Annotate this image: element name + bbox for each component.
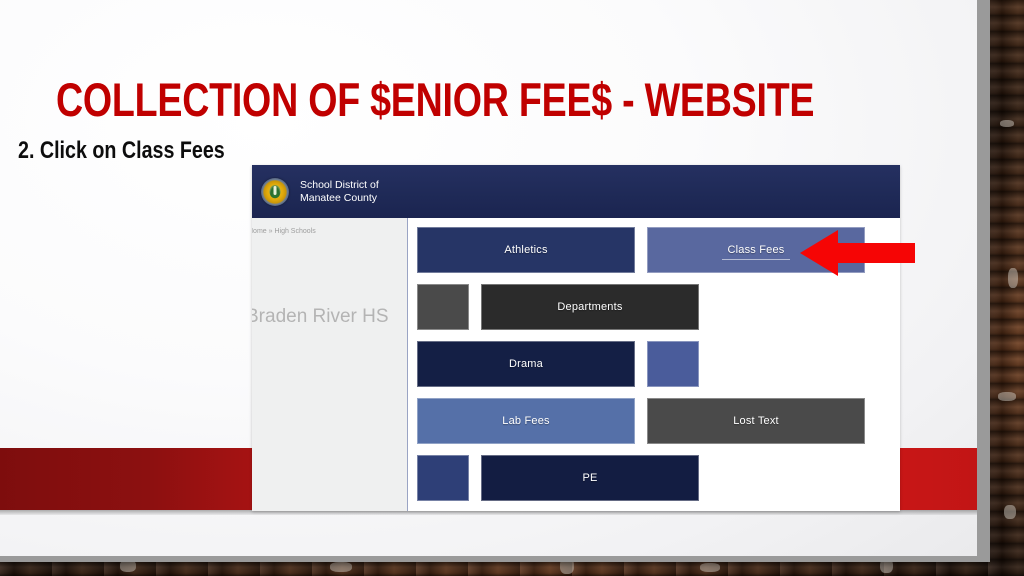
slide-frame: COLLECTION OF $ENIOR FEE$ - WEBSITE 2. C…: [0, 0, 990, 562]
brick-texture-speck: [330, 562, 352, 572]
nav-tile-label: Athletics: [504, 244, 548, 256]
breadcrumb[interactable]: Home » High Schools: [252, 228, 316, 235]
school-name-heading: Braden River HS: [252, 306, 389, 327]
nav-tile-class-fees[interactable]: Class Fees: [647, 227, 865, 273]
manatee-county-school-seal-icon: [261, 177, 289, 206]
presentation-slide: COLLECTION OF $ENIOR FEE$ - WEBSITE 2. C…: [0, 0, 977, 556]
site-header-line2: Manatee County: [300, 191, 378, 204]
nav-tile-label: PE: [582, 472, 598, 484]
slide-step-instruction: 2. Click on Class Fees: [18, 137, 225, 164]
page-title: COLLECTION OF $ENIOR FEE$ - WEBSITE: [56, 73, 815, 126]
nav-tile-label: Drama: [508, 358, 543, 370]
site-sidebar: Home » High Schools Braden River HS: [252, 218, 408, 511]
nav-tile-pe[interactable]: PE: [481, 455, 699, 501]
nav-tile-athletics[interactable]: Athletics: [417, 227, 635, 273]
site-header-bar: School District of Manatee County: [252, 165, 900, 218]
site-body: Home » High Schools Braden River HS Athl…: [252, 218, 900, 511]
nav-tile-lab-fees[interactable]: Lab Fees: [417, 398, 635, 444]
brick-texture-speck: [998, 392, 1016, 401]
nav-tile-lost-text[interactable]: Lost Text: [647, 398, 865, 444]
nav-tile-label: Lab Fees: [502, 415, 550, 427]
nav-tile-label: Lost Text: [733, 415, 779, 427]
brick-texture-speck: [1004, 505, 1016, 519]
brick-texture-speck: [1008, 268, 1018, 288]
nav-tile-partial[interactable]: [417, 284, 469, 330]
embedded-website-screenshot: School District of Manatee County Home »…: [252, 165, 900, 511]
nav-tile-label: Departments: [557, 301, 623, 313]
site-header-title: School District of Manatee County: [300, 179, 379, 205]
brick-texture-speck: [700, 563, 720, 572]
brick-texture-speck: [1000, 120, 1014, 127]
navigation-tile-grid: Athletics Class Fees Departments Drama Lab F…: [417, 227, 900, 511]
nav-tile-partial[interactable]: [647, 341, 699, 387]
nav-tile-drama[interactable]: Drama: [417, 341, 635, 387]
nav-tile-label: Class Fees: [727, 244, 785, 256]
site-header-line1: School District of: [300, 178, 379, 191]
site-tile-area: Athletics Class Fees Departments Drama Lab F…: [409, 218, 900, 511]
slide-backdrop: COLLECTION OF $ENIOR FEE$ - WEBSITE 2. C…: [0, 0, 1024, 576]
nav-tile-partial[interactable]: [417, 455, 469, 501]
nav-tile-departments[interactable]: Departments: [481, 284, 699, 330]
